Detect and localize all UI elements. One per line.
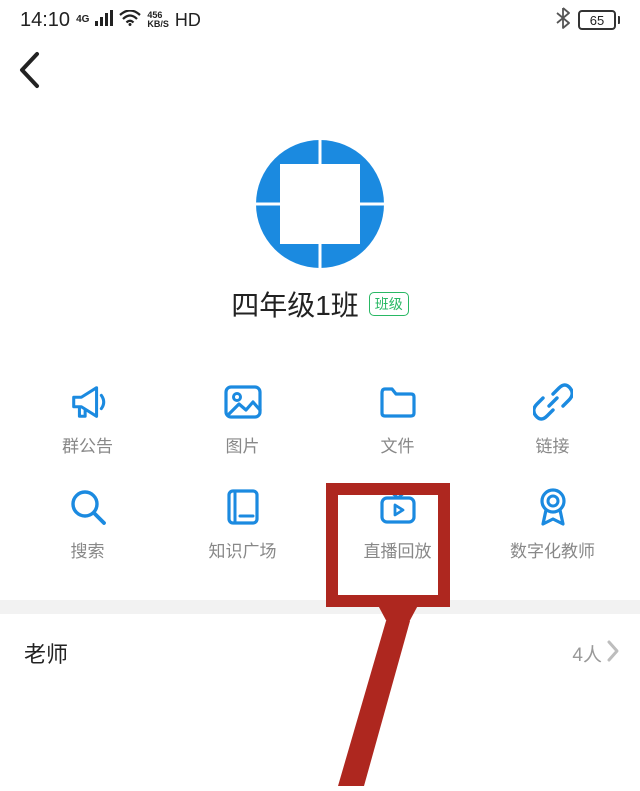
feature-label: 链接 <box>536 432 570 457</box>
feature-label: 图片 <box>226 432 260 457</box>
feature-grid: 群公告 图片 文件 链接 搜索 知识广场 直播回放 <box>0 382 640 562</box>
status-bar: 14:10 4G 456 KB/S HD 65 <box>0 0 640 40</box>
bluetooth-icon <box>556 7 570 34</box>
search-icon <box>68 487 108 527</box>
feature-label: 群公告 <box>62 432 113 457</box>
net-mode-4g: 4G <box>76 15 89 25</box>
feature-announce[interactable]: 群公告 <box>10 382 165 457</box>
teacher-row[interactable]: 老师 4人 <box>0 614 640 692</box>
back-button[interactable] <box>18 50 42 90</box>
feature-digital-teacher[interactable]: 数字化教师 <box>475 487 630 562</box>
tv-play-icon <box>378 487 418 527</box>
feature-links[interactable]: 链接 <box>475 382 630 457</box>
feature-search[interactable]: 搜索 <box>10 487 165 562</box>
feature-label: 搜索 <box>71 537 105 562</box>
link-icon <box>533 382 573 422</box>
nav-bar <box>0 40 640 100</box>
class-badge: 班级 <box>369 292 409 316</box>
net-speed: 456 KB/S <box>147 11 169 29</box>
section-separator <box>0 600 640 614</box>
feature-files[interactable]: 文件 <box>320 382 475 457</box>
group-title-row: 四年级1班 班级 <box>231 284 409 324</box>
feature-label: 知识广场 <box>209 537 277 562</box>
hd-label: HD <box>175 10 201 31</box>
status-left: 14:10 4G 456 KB/S HD <box>20 9 201 32</box>
image-icon <box>223 382 263 422</box>
award-icon <box>533 487 573 527</box>
feature-label: 直播回放 <box>364 537 432 562</box>
feature-live-playback[interactable]: 直播回放 <box>320 487 475 562</box>
chevron-right-icon <box>606 639 620 668</box>
group-avatar[interactable] <box>254 138 386 270</box>
group-name: 四年级1班 <box>231 284 359 324</box>
status-right: 65 <box>556 7 620 34</box>
megaphone-icon <box>68 382 108 422</box>
row-label: 老师 <box>24 637 68 669</box>
feature-pictures[interactable]: 图片 <box>165 382 320 457</box>
row-right: 4人 <box>572 639 620 668</box>
feature-label: 数字化教师 <box>510 537 595 562</box>
battery-indicator: 65 <box>578 10 620 30</box>
book-icon <box>223 487 263 527</box>
signal-icon <box>95 10 113 31</box>
clock: 14:10 <box>20 9 70 32</box>
group-profile: 四年级1班 班级 <box>0 100 640 382</box>
feature-knowledge[interactable]: 知识广场 <box>165 487 320 562</box>
teacher-count: 4人 <box>572 640 602 667</box>
feature-label: 文件 <box>381 432 415 457</box>
wifi-icon <box>119 10 141 31</box>
folder-icon <box>378 382 418 422</box>
